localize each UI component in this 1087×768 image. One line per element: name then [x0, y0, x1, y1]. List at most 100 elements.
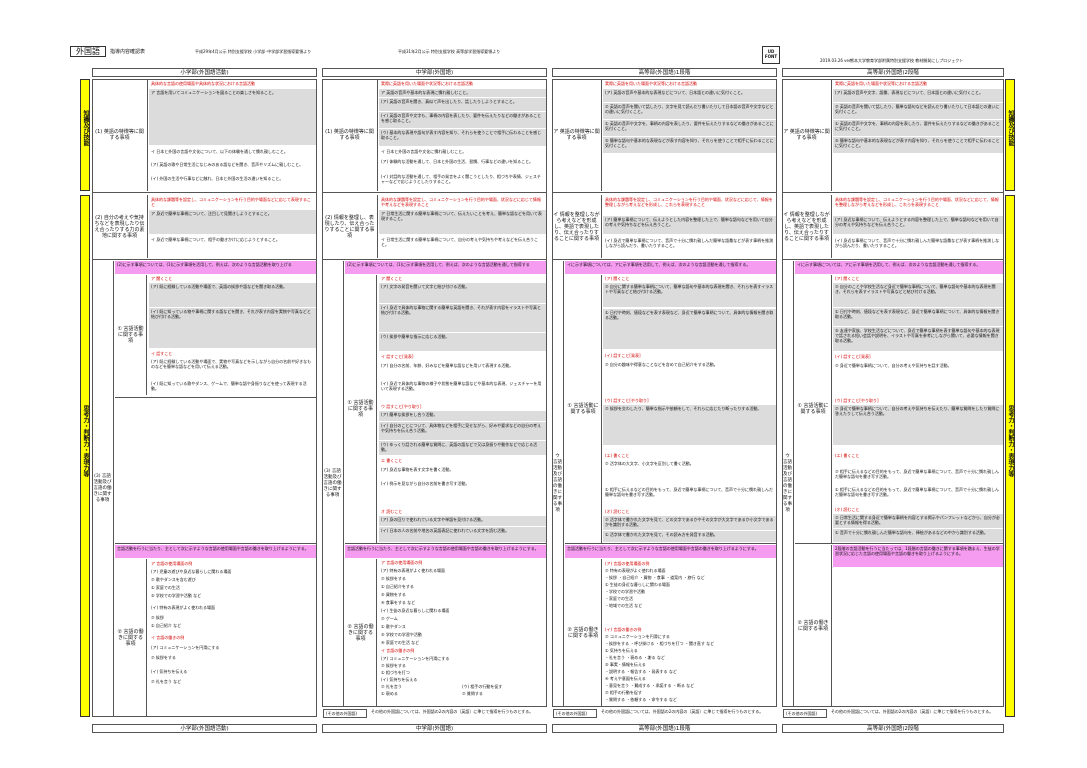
h1-listen-2: ① 日付や時刻、値段などを表す表現など、身近で簡単な事柄について、具体的な情報を… [603, 309, 776, 349]
side-text-thinking-right: 思考力・判断力・表現力等 [1007, 405, 1014, 477]
header-info-2: 2019.03.26 ver. [820, 58, 852, 63]
h2-talk-1: ⑦ 身近で簡単な事柄について、自分の考えや気持ちを伝えたり、簡単な質問をしたり質… [833, 405, 1003, 445]
h2-speak-heading: (イ) 話すこと[発表] [835, 354, 871, 359]
jr-r3-pink: (2)に示す事項については、(1)に示す事項を活用して、例えば、次のような言語活… [345, 261, 546, 274]
h2-listen-2: ① 日付や時刻、値段などを表す表現など、身近で簡単な事柄について、具体的な情報を… [833, 308, 1003, 326]
h1-talk-1: ⑦ 挨拶を交わしたり、簡単な指示や依頼をして、それらに応じたり断ったりする活動。 [603, 405, 776, 445]
elem-scene-1: (ア) 児童の遊びや身近な暮らしに関わる場面 [151, 569, 232, 574]
jr-r1-b1: (ア) 体験的な活動を通して、日本と外国の生活、習慣、行事などの違いを知ること。 [381, 159, 534, 164]
jr-scene-7: ⑦ ゲーム [381, 616, 398, 621]
doc-title: 指導内容確認表 [110, 49, 146, 55]
h1-write-heading: (エ) 書くこと [605, 453, 630, 458]
h2-other-label: (その他の外国語) [783, 709, 827, 718]
jr-speak-2: (イ) 身近で具体的な事物の様子や状態を簡単な語などや基本的な表現、ジェスチャー… [381, 381, 542, 392]
jr-scene-9: ⑤ 学校での学習や活動 [381, 632, 422, 637]
elem-listen-2: (イ) 既に知っている物や事柄に関する語などを聞き、それが表す内容を実物や写真な… [149, 308, 316, 348]
elem-scene-4: ⑤ 学校での学習や活動 など [151, 593, 202, 598]
elem-r1-b2: (イ) 外国の生活や行事などに触れ、日本と外国の生活の違いを知ること。 [151, 176, 284, 181]
jr-r1-red: 実際に英語を用いた場面や状況等における言語活動 [381, 81, 473, 86]
h1-func-pink: 言語活動を行うに当たり、主として次に示すような言語の使用場面や言語の働きを取り上… [565, 545, 776, 558]
elem-speak-1: (ア) 既に経験している活動や場面で、実物や写真などを示しながら自分の名前や好き… [151, 359, 312, 370]
h1-scene-2: ・挨拶 ・自己紹介 ・買物 ・食事 ・道案内 ・旅行 など [605, 575, 705, 580]
h1-write-1: ⑦ 活字体の大文字、小文字を区別して書く活動。 [605, 461, 694, 466]
h1-work-heading: (イ) 言語の働きの例 [605, 627, 642, 632]
elem-r1-label: (1) 英語の特徴等に関する事項 [92, 79, 148, 191]
jr-talk-1: (ア) 簡単な挨拶をし合う活動。 [379, 411, 546, 421]
h2-write-2: ① 相手に伝えるなどの目的をもって、身近で簡単な事柄について、音声で十分に慣れ親… [835, 487, 1000, 498]
elem-speak-heading: イ 話すこと [151, 351, 173, 356]
h1-listen-1: ⑦ 自分に関する簡単な事柄について、簡単な語句や基本的な表現を聞き、それらを表す… [603, 283, 776, 307]
h1-read-heading: (オ) 読むこと [605, 509, 630, 514]
h1-r1-red: 実際に英語を用いた場面や状況等における言語活動 [605, 81, 697, 86]
jr-speak-1: (ア) 自分の名前、年齢、好みなどを簡単な語などを用いて表現する活動。 [381, 363, 514, 368]
h1-other-label: (その他の外国語) [553, 709, 597, 718]
h2-r1-a1: ⑦ 英語の音声を聞いて話したり、簡単な語句などを読んだり書いたりして日本語との違… [833, 103, 1003, 119]
jr-r1-a1: (ア) 英語の音声を聞き、真似て声を出したり、話したりしようとすること。 [379, 98, 546, 111]
h1-work-3: ① 気持ちを伝える [605, 648, 638, 653]
jr-write-heading: エ 書くこと [381, 458, 403, 463]
h1-r2-b: (イ) 身近で簡単な事柄について、音声で十分に慣れ親しんだ簡単な語彙などが表す事… [605, 238, 774, 249]
h2-r1-label: ア 英語の特徴等に関する事項 [782, 79, 832, 191]
column-header-high1: 高等部(外国語)1段階 [552, 68, 777, 77]
column-header-high2: 高等部(外国語)2段階 [782, 68, 1004, 77]
h2-r2-a: (ア) 身近な事柄について、伝えようとする内容を整理した上で、簡単な語句などを用… [833, 216, 1003, 234]
jr-read-1: (ア) 身の回りで使われている文字や単語を見付ける活動。 [379, 516, 546, 526]
h1-scene-5: ・家庭での生活 [605, 596, 633, 601]
jr-read-heading: オ 読むこと [381, 509, 403, 514]
elem-act-label: ① 言語活動に関する事項 [115, 275, 147, 395]
h1-r2-red: 具体的な課題等を設定し、コミュニケーションを行う目的や場面、状況などに応じて、情… [605, 197, 773, 208]
elem-r1-a: ア 言語を用いてコミュニケーションを図ることの楽しさを知ること。 [149, 89, 316, 145]
elem-r2-b: イ 身近で簡単な事柄について、相手の働きかけに応じようとすること。 [151, 237, 280, 242]
h1-act-label: ① 言語活動に関する事項 [565, 275, 602, 543]
h1-r1-a3: ⑤ 簡単な語句や基本的な表現などが表す内容を知り、それらを使うことで相手に伝わる… [603, 137, 776, 153]
jr-work-7: (ウ) 相手の行動を促す [462, 684, 503, 689]
ud-font-logo: UD FONT [762, 46, 780, 64]
jr-r2-b: イ 日常生活に関する簡単な事柄について、自分の考えや気持ちや考えなどを伝え合うこ… [381, 237, 538, 248]
jr-write-1: (ア) 身近な事物を表す文字を書く活動。 [381, 467, 454, 472]
h2-listen-heading: (ア) 聞くこと [835, 276, 860, 281]
side-text-knowledge-right: 知識及び技能 [1007, 110, 1014, 146]
jr-r1-b2: (イ) 対話的な活動を通して、相手の発言をよく聞こうとしたり、相づちや表情、ジェ… [381, 174, 541, 185]
elem-r1-b: イ 日本と外国の言語や文化について、以下の体験を通して慣れ親しむこと。 [151, 149, 288, 154]
side-text-knowledge-left: 知識及び技能 [82, 110, 89, 146]
h2-read-heading: (オ) 読むこと [835, 507, 860, 512]
elem-r1-b1: (ア) 英語の歌や日常生活になじみのある語などを聞き、音声やリズムに親しむこと。 [151, 162, 304, 167]
h2-r2-label: イ 情報を整理しながら考えなどを形成し、英語で表現したり、伝え合ったりすることに… [782, 195, 832, 258]
jr-talk-heading: ウ 話すこと[やり取り] [381, 404, 422, 409]
footer-label-high2: 高等部(外国語)2段階 [782, 724, 1004, 733]
source-note-1: 平成29年4月公示 特別支援学校 小学部･中学部学習指導要領より [195, 49, 312, 54]
elem-listen-1: (ア) 既に経験している活動や場面で、英語の挨拶や語などを聞き取る活動。 [149, 283, 316, 307]
h2-talk-heading: (ウ) 話すこと[やり取り] [835, 398, 879, 403]
jr-listen-heading: ア 聞くこと [381, 276, 403, 281]
h1-r3-label: ウ 言語活動及び言語の働きに関する事項 [552, 261, 564, 707]
jr-write-2: (イ) 例示を見ながら自分の名前を書き写す活動。 [381, 481, 470, 486]
jr-listen-1: (ア) 文字の発音を聞いて文字と結び付ける活動。 [379, 283, 546, 303]
jr-r1-label: (1) 英語の特徴等に関する事項 [322, 79, 378, 191]
h2-write-heading: (エ) 書くこと [835, 453, 860, 458]
h2-r1-a3: ⑤ 簡単な語句や基本的な表現などが表す内容を知り、それらを使うことで相手に伝わる… [833, 137, 1003, 153]
jr-work-6: ① 褒める [381, 691, 398, 696]
source-note-2: 平成31年2月公示 特別支援学校 高等部学習指導要領より [398, 49, 501, 54]
jr-talk-3: (ウ) ゆっくり話される簡単な質問に、英語の語などで又は身振りや動作などで応じる… [379, 441, 546, 455]
jr-r3-label: (3) 言語活動及び言語の働きに関する事項 [322, 261, 344, 707]
elem-func-pink: 言語活動を行うに当たり、主として次に示すような言語の使用場面や言語の働きを取り上… [115, 545, 316, 558]
h1-work-6: ・説明する ・報告する ・発表する など [605, 669, 677, 674]
h1-work-2: ・挨拶をする ・呼び掛ける ・相づちを打つ ・聞き直す など [605, 641, 715, 646]
elem-scene-7: ① 自己紹介 など [151, 623, 182, 628]
h2-speak-1: ⑦ 身近で簡単な事柄について、自分の考えや気持ちを話す活動。 [835, 363, 952, 368]
h1-work-10: ・質問する ・依頼する ・命令する など [605, 697, 677, 702]
elem-scene-3: ① 家庭での生活 [151, 585, 180, 590]
elem-r3-pink: (2)に示す事項については、(1)に示す事項を活用して、例えば、次のような言語活… [115, 261, 316, 274]
h2-r3-pink: イに示す事項については、アに示す事項を活用して、例えば、次のような言語活動を通し… [795, 261, 1003, 274]
h2-other-text: その他の外国語については、外国語の2の内容の〔英語〕に準じて指導を行うものとする… [831, 709, 994, 714]
jr-talk-2: (イ) 自分のことについて、具体物などを相手に見せながら、好みや要求などの自分の… [379, 422, 546, 440]
jr-scene-10: ④ 家庭での生活 など [381, 640, 420, 645]
jr-read-2: (イ) 日本の人の名前や地名の英語表記に使われている文字を読む活動。 [379, 527, 546, 542]
elem-work-1: (ア) コミュニケーションを円滑にする [151, 645, 220, 650]
h1-r1-a2: ① 英語の音声や文字を、事柄の内容を表したり、要件を伝えたりするなどの働きがある… [603, 120, 776, 136]
h1-talk-heading: (ウ) 話すこと[やり取り] [605, 398, 649, 403]
h2-r2-b: (イ) 身近な事柄について、音声で十分に慣れ親しんだ簡単な語彙などが表す事柄を推… [835, 238, 1000, 249]
h1-scene-heading: (ア) 言語の使用場面の例 [605, 561, 650, 566]
h1-r3-pink: イに示す事項については、アに示す事項を活用して、例えば、次のような言語活動を通し… [565, 261, 776, 274]
elem-work-4: ⑦ 礼を言う など [151, 679, 182, 684]
